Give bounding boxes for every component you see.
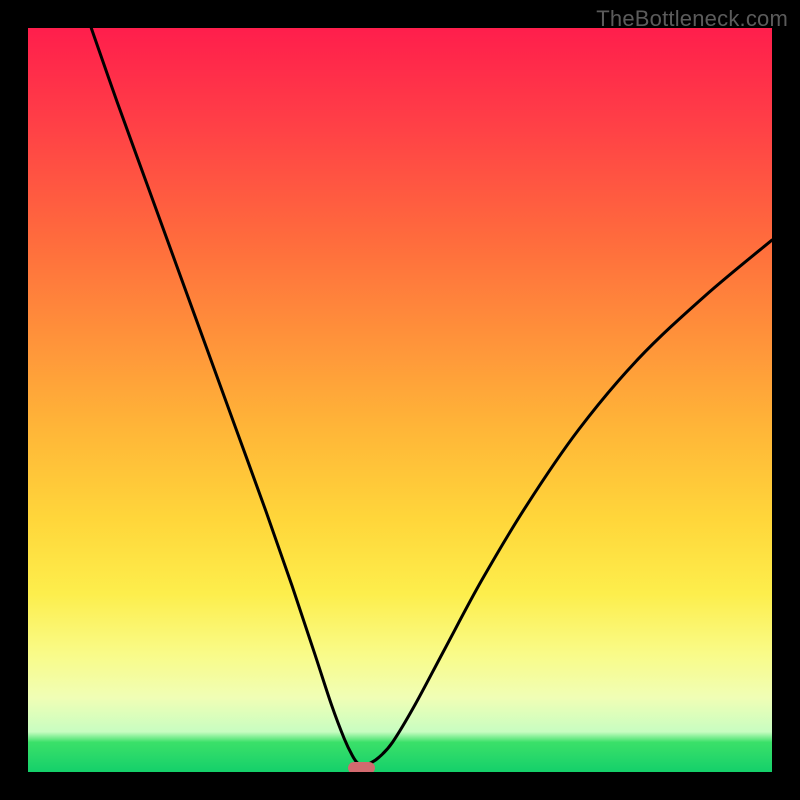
bottleneck-marker	[348, 762, 375, 772]
plot-area	[28, 28, 772, 772]
chart-frame: TheBottleneck.com	[0, 0, 800, 800]
bottleneck-curve	[28, 28, 772, 772]
watermark-text: TheBottleneck.com	[596, 6, 788, 32]
